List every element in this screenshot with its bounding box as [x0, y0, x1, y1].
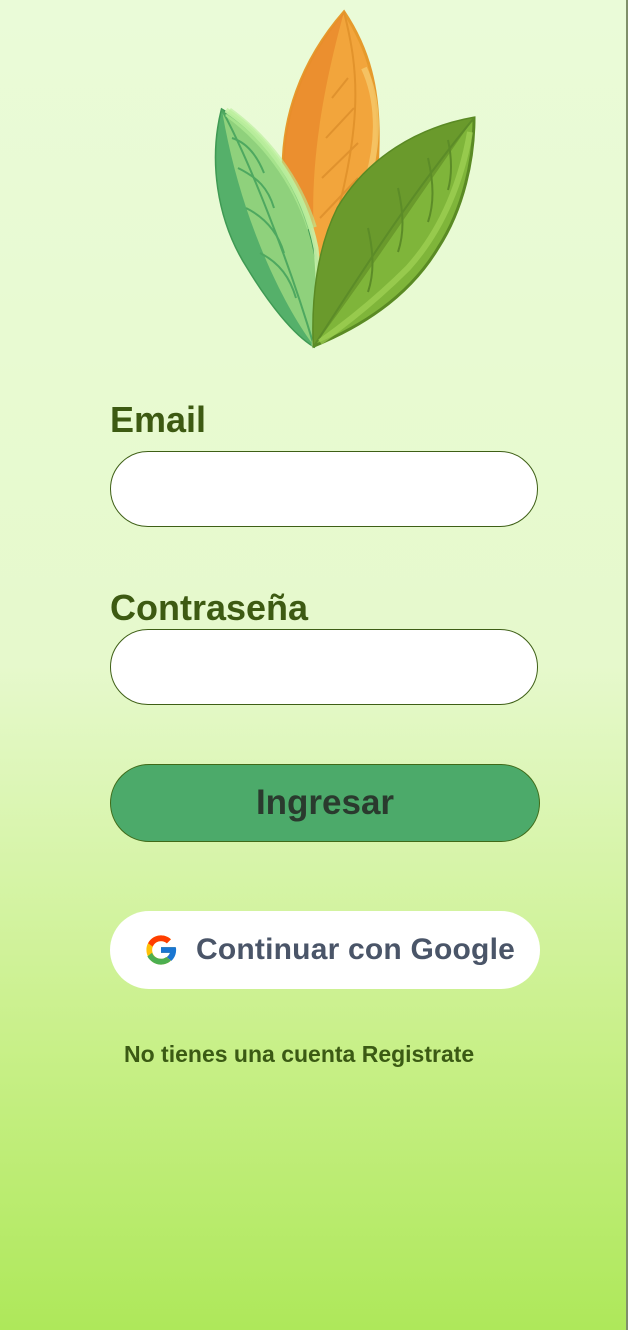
- email-field[interactable]: [110, 451, 538, 527]
- email-label: Email: [110, 399, 207, 440]
- password-label: Contraseña: [110, 587, 309, 628]
- google-g-icon: [146, 935, 177, 965]
- login-button[interactable]: Ingresar: [110, 764, 540, 842]
- register-prompt-text: No tienes una cuenta: [124, 1041, 356, 1067]
- register-prompt: No tienes una cuenta Registrate: [124, 1041, 474, 1068]
- register-link[interactable]: Registrate: [362, 1041, 474, 1067]
- password-field[interactable]: [110, 629, 538, 705]
- leaves-logo-icon: [214, 9, 476, 349]
- google-sign-in-button[interactable]: Continuar con Google: [110, 911, 540, 989]
- google-button-label: Continuar con Google: [196, 933, 515, 966]
